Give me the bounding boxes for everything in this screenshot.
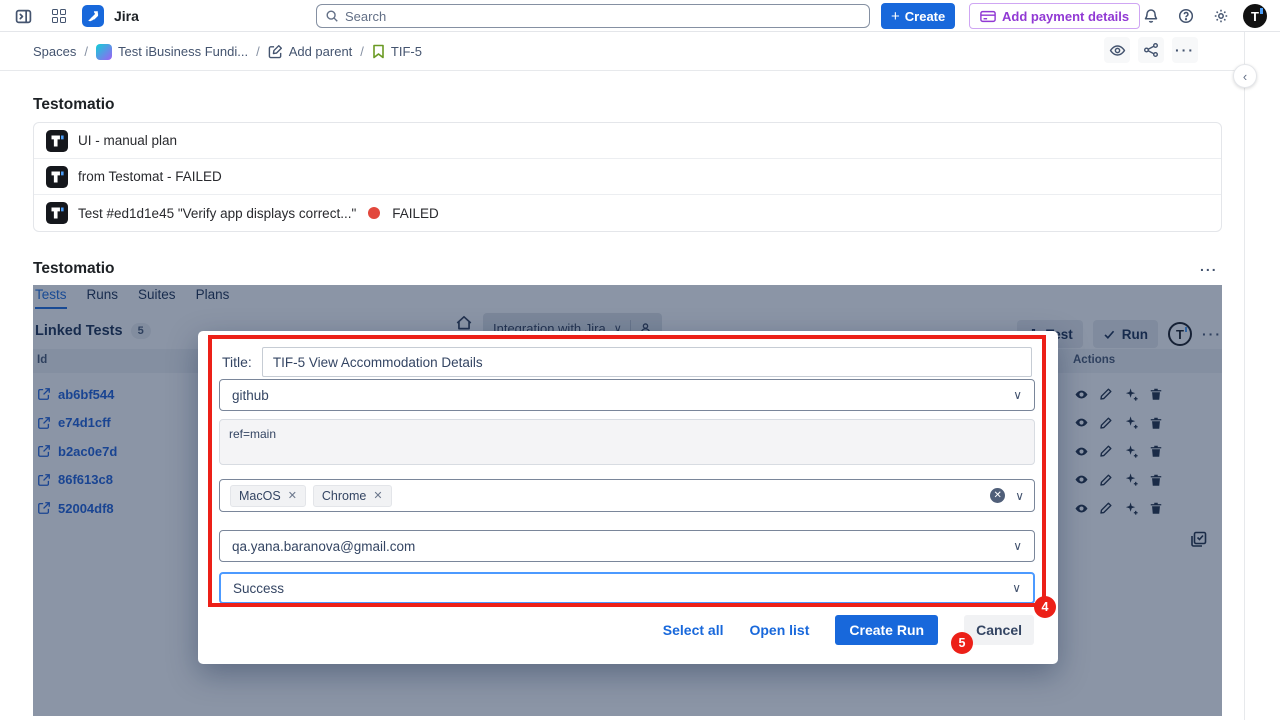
status-select[interactable]: Success ∨ bbox=[219, 572, 1035, 604]
annotation-step-badge: 4 bbox=[1034, 596, 1056, 618]
select-all-link[interactable]: Select all bbox=[663, 622, 724, 638]
breadcrumb-space[interactable]: Test iBusiness Fundi... bbox=[96, 44, 248, 60]
list-item-label: UI - manual plan bbox=[78, 133, 177, 148]
annotation-step-badge: 5 bbox=[951, 632, 973, 654]
list-item-label: from Testomat - FAILED bbox=[78, 169, 222, 184]
sidebar-toggle-icon[interactable] bbox=[10, 3, 36, 29]
open-list-link[interactable]: Open list bbox=[749, 622, 809, 638]
list-item-label: Test #ed1d1e45 "Verify app displays corr… bbox=[78, 206, 356, 221]
remove-tag-icon[interactable]: ✕ bbox=[288, 489, 297, 502]
breadcrumb-page[interactable]: TIF-5 bbox=[372, 44, 422, 59]
run-params-textarea[interactable]: ref=main bbox=[219, 419, 1035, 465]
title-label: Title: bbox=[222, 354, 252, 370]
breadcrumb-bar: Spaces / Test iBusiness Fundi... / Add p… bbox=[0, 32, 1244, 71]
right-rail-divider bbox=[1244, 32, 1245, 720]
notifications-bell-icon[interactable] bbox=[1138, 3, 1164, 29]
create-button[interactable]: + Create bbox=[881, 3, 955, 29]
plus-icon: + bbox=[891, 8, 900, 25]
widget-more-icon[interactable]: ... bbox=[1200, 258, 1218, 274]
testomatio-list: UI - manual plan from Testomat - FAILED … bbox=[33, 122, 1222, 232]
env-tag: MacOS ✕ bbox=[230, 485, 306, 507]
breadcrumb-spaces[interactable]: Spaces bbox=[33, 44, 76, 59]
search-input[interactable] bbox=[345, 9, 861, 24]
search-icon bbox=[325, 9, 339, 23]
testomat-logo-icon bbox=[46, 166, 68, 188]
space-icon bbox=[96, 44, 112, 60]
create-run-button[interactable]: Create Run bbox=[835, 615, 938, 645]
list-item[interactable]: Test #ed1d1e45 "Verify app displays corr… bbox=[34, 195, 1221, 231]
chevron-down-icon: ∨ bbox=[1013, 539, 1022, 553]
collapse-panel-button[interactable]: ‹ bbox=[1233, 64, 1257, 88]
watch-eye-icon[interactable] bbox=[1104, 37, 1130, 63]
user-avatar[interactable]: T bbox=[1243, 4, 1267, 28]
env-tag: Chrome ✕ bbox=[313, 485, 392, 507]
help-icon[interactable] bbox=[1173, 3, 1199, 29]
cancel-button[interactable]: Cancel bbox=[964, 615, 1034, 645]
create-run-modal: Title: github ∨ ref=main MacOS ✕ Chrome … bbox=[198, 331, 1058, 664]
breadcrumb: Spaces / Test iBusiness Fundi... / Add p… bbox=[33, 32, 422, 71]
remove-tag-icon[interactable]: ✕ bbox=[373, 489, 382, 502]
settings-gear-icon[interactable] bbox=[1208, 3, 1234, 29]
testomat-logo-icon bbox=[46, 130, 68, 152]
list-item[interactable]: UI - manual plan bbox=[34, 123, 1221, 159]
app-title: Jira bbox=[114, 8, 139, 24]
testomat-logo-icon bbox=[46, 202, 68, 224]
integration-select[interactable]: github ∨ bbox=[219, 379, 1035, 411]
add-payment-details-button[interactable]: Add payment details bbox=[969, 3, 1140, 29]
top-navigation-bar: Jira + Create Add payment details bbox=[0, 0, 1280, 32]
run-title-input[interactable] bbox=[262, 347, 1032, 377]
testomatio-widget-title: Testomatio bbox=[33, 260, 115, 278]
failed-status-dot bbox=[368, 207, 380, 219]
clear-all-icon[interactable]: ✕ bbox=[990, 488, 1005, 503]
assignee-select[interactable]: qa.yana.baranova@gmail.com ∨ bbox=[219, 530, 1035, 562]
chevron-down-icon: ∨ bbox=[1015, 489, 1024, 503]
jira-logo-icon[interactable] bbox=[82, 5, 104, 27]
edit-icon bbox=[268, 44, 283, 59]
share-icon[interactable] bbox=[1138, 37, 1164, 63]
add-parent-button[interactable]: Add parent bbox=[268, 44, 353, 59]
chevron-down-icon: ∨ bbox=[1012, 581, 1021, 595]
search-bar[interactable] bbox=[316, 4, 870, 28]
app-switcher-icon[interactable] bbox=[46, 3, 72, 29]
testomatio-section-title: Testomatio bbox=[33, 96, 115, 114]
list-item[interactable]: from Testomat - FAILED bbox=[34, 159, 1221, 195]
chevron-down-icon: ∨ bbox=[1013, 388, 1022, 402]
bookmark-icon bbox=[372, 44, 385, 59]
list-item-status: FAILED bbox=[392, 206, 439, 221]
more-actions-icon[interactable]: ··· bbox=[1172, 37, 1198, 63]
environment-multiselect[interactable]: MacOS ✕ Chrome ✕ ✕ ∨ bbox=[219, 479, 1035, 512]
credit-card-icon bbox=[980, 10, 996, 23]
